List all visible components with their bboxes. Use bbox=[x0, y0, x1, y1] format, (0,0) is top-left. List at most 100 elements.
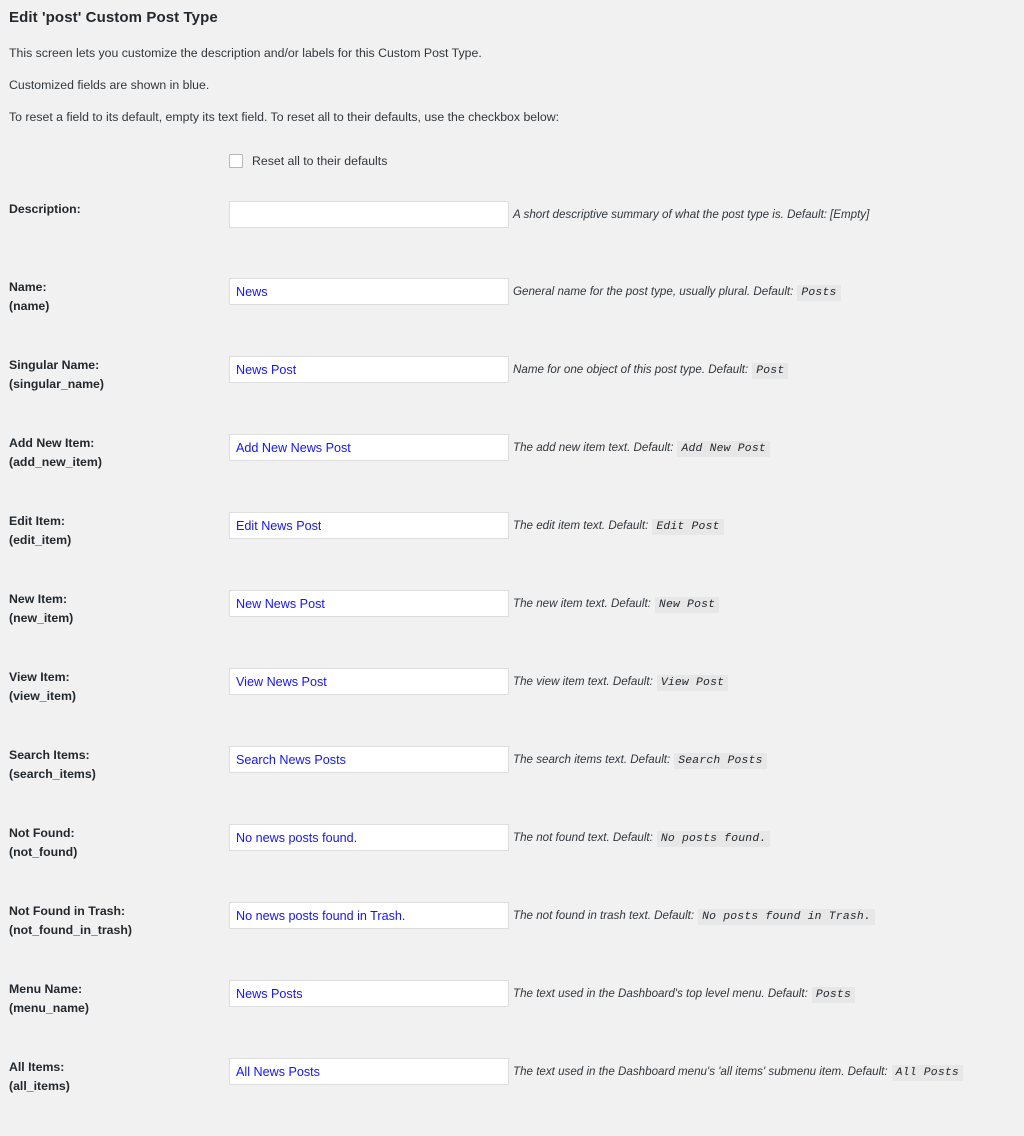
field-default-value: [Empty] bbox=[830, 208, 870, 221]
field-hint: The text used in the Dashboard menu's 'a… bbox=[513, 1063, 963, 1082]
field-hint-text: The search items text. Default: bbox=[513, 753, 671, 766]
field-hint-text: The text used in the Dashboard menu's 'a… bbox=[513, 1065, 888, 1078]
field-label-title: View Item: bbox=[9, 670, 70, 684]
text-input[interactable]: News bbox=[229, 278, 509, 305]
field-label: View Item: (view_item) bbox=[9, 668, 76, 706]
text-input-value: All News Posts bbox=[236, 1064, 320, 1079]
field-hint: The text used in the Dashboard's top lev… bbox=[513, 985, 855, 1004]
field-hint: The not found in trash text. Default: No … bbox=[513, 907, 875, 926]
field-label-title: Singular Name: bbox=[9, 358, 100, 372]
form-row: Not Found in Trash: (not_found_in_trash) N… bbox=[0, 902, 1024, 980]
form-row: Add New Item: (add_new_item) Add New News … bbox=[0, 434, 1024, 512]
intro-text: This screen lets you customize the descr… bbox=[0, 28, 1024, 125]
field-default-value: No posts found in Trash. bbox=[698, 909, 875, 925]
form-row: Edit Item: (edit_item) Edit News Post The e… bbox=[0, 512, 1024, 590]
field-label-title: Search Items: bbox=[9, 748, 90, 762]
field-label: Add New Item: (add_new_item) bbox=[9, 434, 102, 472]
intro-line-3: To reset a field to its default, empty i… bbox=[9, 110, 560, 124]
text-input-value: Add New News Post bbox=[236, 440, 351, 455]
field-hint-text: The add new item text. Default: bbox=[513, 441, 674, 454]
field-hint: General name for the post type, usually … bbox=[513, 283, 841, 302]
intro-line-1: This screen lets you customize the descr… bbox=[9, 46, 482, 60]
form-row: Menu Name: (menu_name) News Posts The text … bbox=[0, 980, 1024, 1058]
field-default-value: Edit Post bbox=[652, 519, 724, 535]
text-input[interactable]: Edit News Post bbox=[229, 512, 509, 539]
text-input-value: New News Post bbox=[236, 596, 325, 611]
text-input[interactable]: Add New News Post bbox=[229, 434, 509, 461]
field-hint-text: The text used in the Dashboard's top lev… bbox=[513, 987, 808, 1000]
text-input-value: Edit News Post bbox=[236, 518, 322, 533]
field-hint-text: The new item text. Default: bbox=[513, 597, 651, 610]
field-hint: The edit item text. Default: Edit Post bbox=[513, 517, 724, 536]
field-label-title: All Items: bbox=[9, 1060, 65, 1074]
field-label: New Item: (new_item) bbox=[9, 590, 73, 628]
form-row: Name: (name) News General name for the post… bbox=[0, 278, 1024, 356]
field-label-title: Name: bbox=[9, 280, 47, 294]
field-default-value: New Post bbox=[654, 597, 720, 613]
field-label-key: (not_found_in_trash) bbox=[9, 923, 132, 937]
field-hint-text: A short descriptive summary of what the … bbox=[513, 208, 828, 221]
text-input[interactable]: News Post bbox=[229, 356, 509, 383]
field-label-key: (all_items) bbox=[9, 1079, 70, 1093]
text-input-value: News bbox=[236, 284, 268, 299]
field-hint-text: The not found in trash text. Default: bbox=[513, 909, 695, 922]
field-default-value: View Post bbox=[656, 675, 729, 691]
field-default-value: Posts bbox=[811, 987, 855, 1003]
field-label: Not Found in Trash: (not_found_in_trash) bbox=[9, 902, 132, 940]
field-label: Edit Item: (edit_item) bbox=[9, 512, 71, 550]
edit-post-type-page: Edit 'post' Custom Post Type This screen… bbox=[0, 0, 1024, 1136]
text-input-value: Search News Posts bbox=[236, 752, 346, 767]
field-label: Singular Name: (singular_name) bbox=[9, 356, 104, 394]
field-hint: The not found text. Default: No posts fou… bbox=[513, 829, 771, 848]
form-row: New Item: (new_item) New News Post The new … bbox=[0, 590, 1024, 668]
field-label-key: (new_item) bbox=[9, 611, 74, 625]
field-hint: A short descriptive summary of what the … bbox=[513, 206, 869, 223]
field-label-title: Not Found: bbox=[9, 826, 75, 840]
field-label-key: (view_item) bbox=[9, 689, 76, 703]
reset-all-row: Reset all to their defaults bbox=[0, 151, 1024, 171]
field-hint: The new item text. Default: New Post bbox=[513, 595, 720, 614]
reset-all-checkbox[interactable] bbox=[229, 154, 243, 168]
field-hint: The add new item text. Default: Add New P… bbox=[513, 439, 770, 458]
field-hint-text: Name for one object of this post type. D… bbox=[513, 363, 749, 376]
field-label-title: Add New Item: bbox=[9, 436, 95, 450]
text-input[interactable] bbox=[229, 201, 509, 228]
field-label: Name: (name) bbox=[9, 278, 49, 316]
labels-form: Description: A short descriptive summary … bbox=[0, 200, 1024, 1136]
field-hint-text: The not found text. Default: bbox=[513, 831, 653, 844]
text-input-value: No news posts found. bbox=[236, 830, 358, 845]
field-hint-text: The edit item text. Default: bbox=[513, 519, 649, 532]
field-default-value: All Posts bbox=[891, 1065, 963, 1081]
field-label-title: Menu Name: bbox=[9, 982, 83, 996]
field-label-key: (singular_name) bbox=[9, 377, 104, 391]
form-row: Description: A short descriptive summary … bbox=[0, 200, 1024, 278]
text-input[interactable]: New News Post bbox=[229, 590, 509, 617]
field-label-key: (add_new_item) bbox=[9, 455, 102, 469]
reset-all-label: Reset all to their defaults bbox=[252, 154, 388, 168]
field-default-value: Search Posts bbox=[674, 753, 767, 769]
field-label: All Items: (all_items) bbox=[9, 1058, 70, 1096]
text-input[interactable]: No news posts found. bbox=[229, 824, 509, 851]
field-label: Menu Name: (menu_name) bbox=[9, 980, 89, 1018]
text-input[interactable]: All News Posts bbox=[229, 1058, 509, 1085]
field-default-value: No posts found. bbox=[656, 831, 771, 847]
text-input-value: View News Post bbox=[236, 674, 327, 689]
text-input[interactable]: Search News Posts bbox=[229, 746, 509, 773]
field-hint: Name for one object of this post type. D… bbox=[513, 361, 789, 380]
field-hint: The view item text. Default: View Post bbox=[513, 673, 729, 692]
page-title: Edit 'post' Custom Post Type bbox=[9, 9, 218, 26]
field-hint: The search items text. Default: Search Po… bbox=[513, 751, 767, 770]
field-label-key: (search_items) bbox=[9, 767, 96, 781]
field-label: Description: bbox=[9, 200, 81, 219]
text-input-value: No news posts found in Trash. bbox=[236, 908, 406, 923]
form-row: View Item: (view_item) View News Post The v… bbox=[0, 668, 1024, 746]
form-row: Search Items: (search_items) Search News P… bbox=[0, 746, 1024, 824]
field-label-title: Not Found in Trash: bbox=[9, 904, 126, 918]
form-row: Not Found: (not_found) No news posts found… bbox=[0, 824, 1024, 902]
field-default-value: Posts bbox=[797, 285, 841, 301]
text-input[interactable]: View News Post bbox=[229, 668, 509, 695]
field-label: Not Found: (not_found) bbox=[9, 824, 77, 862]
text-input[interactable]: No news posts found in Trash. bbox=[229, 902, 509, 929]
field-default-value: Add New Post bbox=[677, 441, 770, 457]
text-input[interactable]: News Posts bbox=[229, 980, 509, 1007]
